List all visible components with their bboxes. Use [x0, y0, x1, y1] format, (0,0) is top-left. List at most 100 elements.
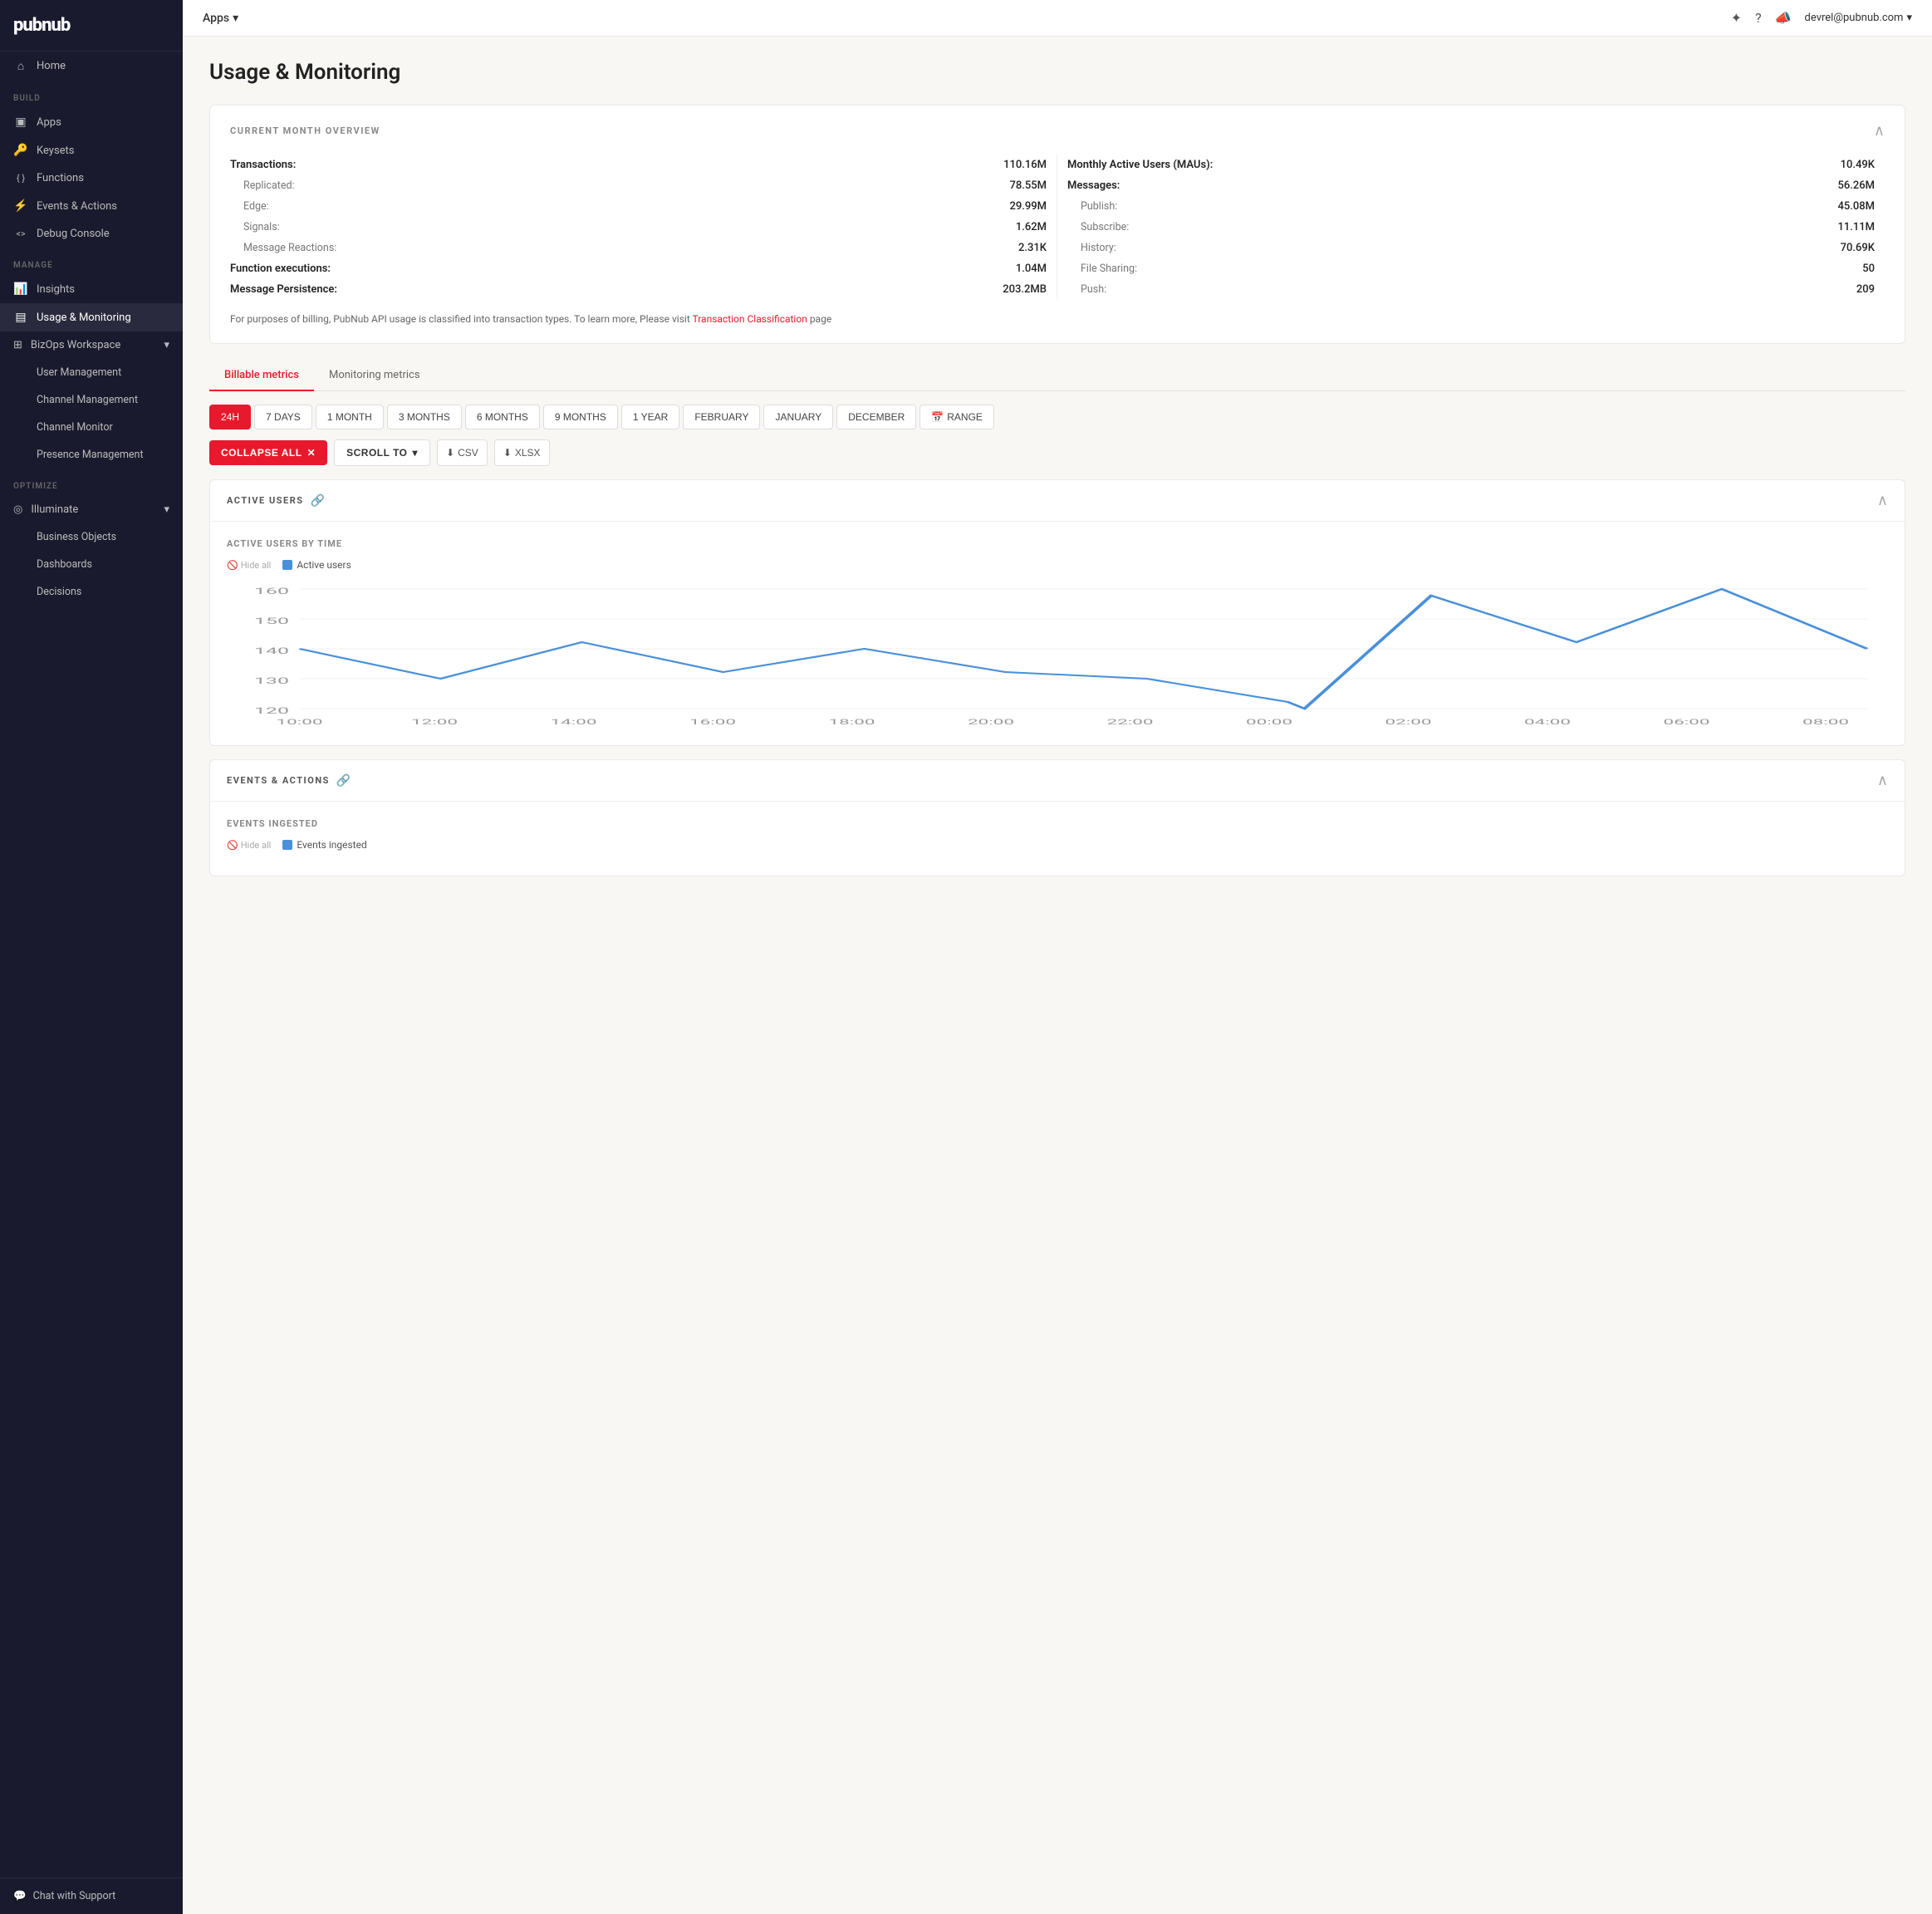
tab-monitoring-metrics[interactable]: Monitoring metrics: [314, 361, 435, 391]
metric-replicated-label: Replicated:: [230, 179, 295, 192]
svg-text:00:00: 00:00: [1246, 718, 1292, 727]
metric-edge: Edge: 29.99M: [230, 196, 1047, 217]
overview-header: CURRENT MONTH OVERVIEW ∧: [230, 122, 1885, 140]
overview-col-right: Monthly Active Users (MAUs): 10.49K Mess…: [1057, 155, 1885, 300]
help-icon[interactable]: ?: [1755, 10, 1762, 26]
svg-text:160: 160: [254, 586, 289, 596]
logo: pubnub: [0, 0, 183, 52]
sidebar-item-user-management-label: User Management: [37, 366, 121, 379]
active-users-legend-label: Active users: [297, 559, 351, 571]
apps-icon: ▣: [13, 115, 28, 129]
export-csv-button[interactable]: ⬇ CSV: [437, 439, 488, 466]
sidebar-item-home[interactable]: ⌂ Home: [0, 52, 183, 81]
overview-collapse-icon[interactable]: ∧: [1874, 122, 1885, 140]
active-users-collapse-icon[interactable]: ∧: [1877, 492, 1888, 509]
sidebar-item-channel-management[interactable]: Channel Management: [0, 386, 183, 414]
sidebar-item-events-actions[interactable]: ⚡ Events & Actions: [0, 192, 183, 220]
metric-subscribe: Subscribe: 11.11M: [1067, 217, 1875, 238]
filter-range[interactable]: 📅 RANGE: [919, 405, 994, 429]
chat-with-support[interactable]: 💬 Chat with Support: [0, 1877, 183, 1914]
sidebar-item-usage-monitoring[interactable]: ▤ Usage & Monitoring: [0, 303, 183, 331]
sidebar-item-dashboards[interactable]: Dashboards: [0, 551, 183, 578]
metric-message-reactions-label: Message Reactions:: [230, 242, 336, 254]
active-users-link-icon[interactable]: 🔗: [311, 494, 325, 508]
filter-9months[interactable]: 9 MONTHS: [543, 405, 618, 429]
filter-7days[interactable]: 7 DAYS: [254, 405, 312, 429]
filter-1year[interactable]: 1 YEAR: [621, 405, 679, 429]
active-users-title: ACTIVE USERS: [227, 495, 304, 506]
sidebar-item-presence-management-label: Presence Management: [37, 449, 144, 461]
notifications-icon[interactable]: 📣: [1775, 10, 1792, 26]
sidebar-item-decisions-label: Decisions: [37, 586, 81, 598]
usage-monitoring-icon: ▤: [13, 311, 28, 324]
overview-col-left: Transactions: 110.16M Replicated: 78.55M…: [230, 155, 1057, 300]
metric-signals-value: 1.62M: [1016, 221, 1047, 233]
billing-note-text: For purposes of billing, PubNub API usag…: [230, 313, 692, 325]
ai-icon[interactable]: ✦: [1731, 10, 1742, 26]
filter-1month[interactable]: 1 MONTH: [316, 405, 384, 429]
legend-active-users[interactable]: Active users: [282, 559, 351, 571]
events-actions-link-icon[interactable]: 🔗: [336, 774, 351, 788]
filter-3months[interactable]: 3 MONTHS: [387, 405, 462, 429]
legend-events-ingested[interactable]: Events ingested: [282, 839, 366, 851]
sidebar-item-channel-monitor-label: Channel Monitor: [37, 421, 113, 434]
metric-function-executions-label: Function executions:: [230, 263, 331, 275]
collapse-all-button[interactable]: COLLAPSE ALL ✕: [209, 440, 327, 465]
sidebar-item-business-objects-label: Business Objects: [37, 531, 116, 543]
sidebar-item-illuminate[interactable]: ◎ Illuminate ▾: [0, 496, 183, 523]
export-xlsx-button[interactable]: ⬇ XLSX: [494, 439, 550, 466]
page-title: Usage & Monitoring: [209, 60, 1905, 85]
brand-name: pubnub: [13, 15, 169, 36]
keysets-icon: 🔑: [13, 144, 28, 157]
main-content: Apps ▾ ✦ ? 📣 devrel@pubnub.com ▾ Usage &…: [183, 0, 1932, 1914]
sidebar-item-user-management[interactable]: User Management: [0, 359, 183, 386]
overview-grid: Transactions: 110.16M Replicated: 78.55M…: [230, 155, 1885, 300]
user-email: devrel@pubnub.com: [1805, 12, 1904, 24]
sidebar-item-bizops[interactable]: ⊞ BizOps Workspace ▾: [0, 331, 183, 359]
hide-all-events[interactable]: 🚫 Hide all: [227, 840, 271, 851]
hide-all-active-users[interactable]: 🚫 Hide all: [227, 560, 271, 571]
user-menu[interactable]: devrel@pubnub.com ▾: [1805, 12, 1912, 24]
apps-dropdown[interactable]: Apps ▾: [203, 12, 238, 25]
home-icon: ⌂: [13, 59, 28, 73]
filter-february[interactable]: FEBRUARY: [683, 405, 760, 429]
sidebar-item-decisions[interactable]: Decisions: [0, 578, 183, 606]
transaction-classification-link[interactable]: Transaction Classification: [692, 313, 807, 325]
bizops-left: ⊞ BizOps Workspace: [13, 339, 120, 351]
overview-card: CURRENT MONTH OVERVIEW ∧ Transactions: 1…: [209, 105, 1905, 344]
user-chevron-icon: ▾: [1906, 12, 1912, 24]
metric-messages: Messages: 56.26M: [1067, 175, 1875, 196]
active-users-title-row: ACTIVE USERS 🔗: [227, 494, 325, 508]
sidebar-item-debug-console[interactable]: <> Debug Console: [0, 220, 183, 248]
filter-6months[interactable]: 6 MONTHS: [465, 405, 540, 429]
events-ingested-legend-label: Events ingested: [297, 839, 366, 851]
svg-text:120: 120: [254, 706, 289, 716]
scroll-to-button[interactable]: SCROLL TO ▾: [334, 439, 430, 466]
metrics-tabs: Billable metrics Monitoring metrics: [209, 361, 1905, 391]
sidebar-item-keysets[interactable]: 🔑 Keysets: [0, 136, 183, 164]
tab-billable-metrics[interactable]: Billable metrics: [209, 361, 314, 391]
metric-transactions-label: Transactions:: [230, 159, 296, 171]
sidebar-item-functions[interactable]: { } Functions: [0, 164, 183, 192]
filter-24h[interactable]: 24H: [209, 405, 251, 429]
sidebar-item-home-label: Home: [37, 60, 66, 72]
billing-note: For purposes of billing, PubNub API usag…: [230, 312, 1885, 326]
content-area: Usage & Monitoring CURRENT MONTH OVERVIE…: [183, 37, 1932, 1914]
topbar-left: Apps ▾: [203, 12, 238, 25]
sidebar-item-insights[interactable]: 📊 Insights: [0, 275, 183, 303]
metric-signals: Signals: 1.62M: [230, 217, 1047, 238]
events-actions-title: EVENTS & ACTIONS: [227, 775, 330, 786]
events-actions-collapse-icon[interactable]: ∧: [1877, 772, 1888, 789]
svg-text:20:00: 20:00: [968, 718, 1014, 727]
svg-text:22:00: 22:00: [1106, 718, 1153, 727]
bizops-chevron-icon: ▾: [164, 339, 169, 351]
svg-text:140: 140: [254, 646, 289, 656]
sidebar-item-events-actions-label: Events & Actions: [37, 200, 117, 213]
sidebar-item-apps[interactable]: ▣ Apps: [0, 108, 183, 136]
sidebar-item-channel-monitor[interactable]: Channel Monitor: [0, 414, 183, 441]
sidebar-item-presence-management[interactable]: Presence Management: [0, 441, 183, 469]
sidebar-item-business-objects[interactable]: Business Objects: [0, 523, 183, 551]
filter-december[interactable]: DECEMBER: [836, 405, 916, 429]
apps-chevron-icon: ▾: [233, 12, 238, 25]
filter-january[interactable]: JANUARY: [763, 405, 833, 429]
